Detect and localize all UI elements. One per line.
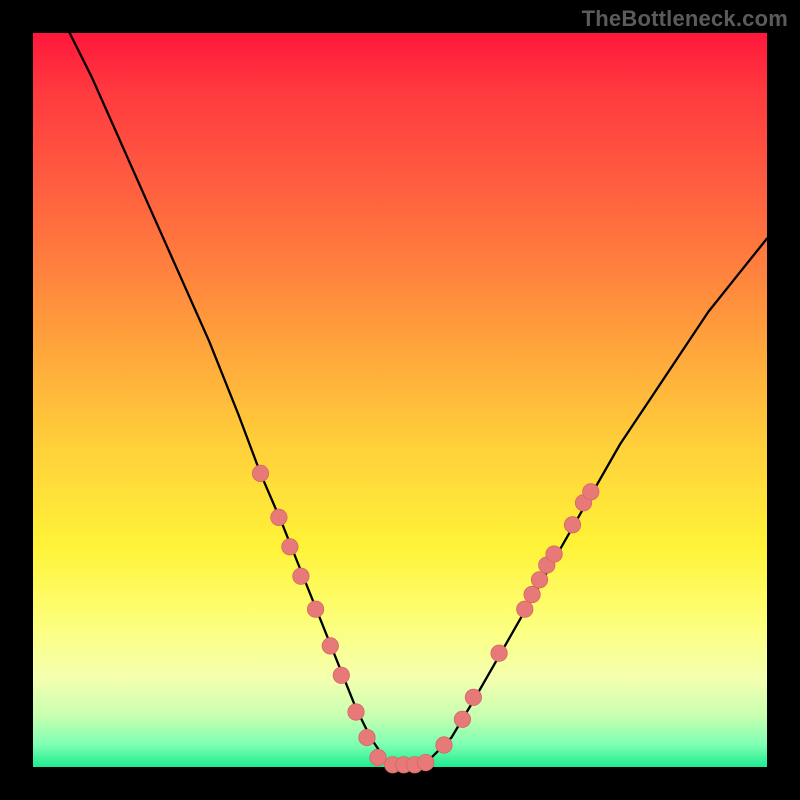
sample-point-marker	[531, 572, 547, 588]
sample-point-marker	[348, 704, 364, 720]
sample-point-marker	[370, 749, 386, 765]
sample-point-marker	[583, 484, 599, 500]
marker-layer	[252, 465, 599, 773]
sample-point-marker	[517, 601, 533, 617]
sample-point-marker	[524, 586, 540, 602]
sample-point-marker	[454, 711, 470, 727]
sample-point-marker	[252, 465, 268, 481]
chart-container: TheBottleneck.com	[0, 0, 800, 800]
sample-point-marker	[322, 638, 338, 654]
chart-svg	[33, 33, 767, 767]
sample-point-marker	[491, 645, 507, 661]
sample-point-marker	[436, 737, 452, 753]
sample-point-marker	[333, 667, 349, 683]
watermark-text: TheBottleneck.com	[582, 6, 788, 32]
sample-point-marker	[282, 539, 298, 555]
sample-point-marker	[271, 509, 287, 525]
sample-point-marker	[465, 689, 481, 705]
sample-point-marker	[564, 517, 580, 533]
sample-point-marker	[418, 754, 434, 770]
sample-point-marker	[359, 729, 375, 745]
bottleneck-curve	[70, 33, 767, 765]
sample-point-marker	[546, 546, 562, 562]
curve-layer	[70, 33, 767, 765]
sample-point-marker	[293, 568, 309, 584]
sample-point-marker	[307, 601, 323, 617]
